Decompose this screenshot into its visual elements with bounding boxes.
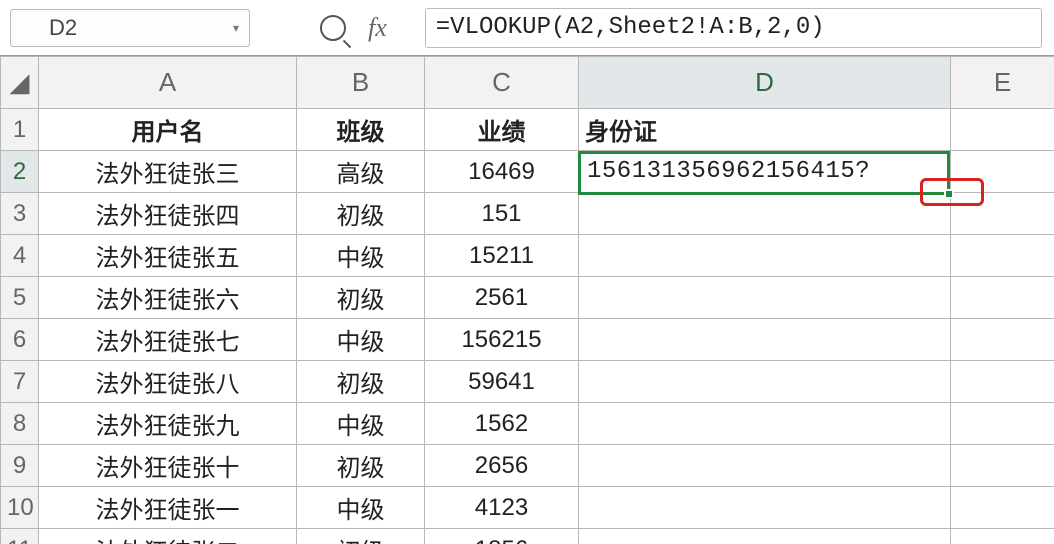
cell-B10[interactable]: 中级 — [297, 487, 425, 529]
column-header-row: ◢ A B C D E — [1, 57, 1054, 109]
row-2: 2 法外狂徒张三 高级 16469 156131356962156415? — [1, 151, 1054, 193]
cell-D7[interactable] — [579, 361, 951, 403]
cell-C4[interactable]: 15211 — [425, 235, 579, 277]
cell-D1[interactable]: 身份证 — [579, 109, 951, 151]
formula-text: =VLOOKUP(A2,Sheet2!A:B,2,0) — [436, 14, 825, 41]
row-4: 4 法外狂徒张五 中级 15211 — [1, 235, 1054, 277]
name-box-value: D2 — [49, 15, 77, 41]
row-head-5[interactable]: 5 — [1, 277, 39, 319]
cell-B1[interactable]: 班级 — [297, 109, 425, 151]
cell-E6[interactable] — [951, 319, 1054, 361]
cell-D5[interactable] — [579, 277, 951, 319]
cell-A8[interactable]: 法外狂徒张九 — [39, 403, 297, 445]
row-head-11[interactable]: 11 — [1, 529, 39, 544]
cell-B8[interactable]: 中级 — [297, 403, 425, 445]
row-11: 11 法外狂徒张二 初级 1856 — [1, 529, 1054, 544]
cell-A3[interactable]: 法外狂徒张四 — [39, 193, 297, 235]
cell-C7[interactable]: 59641 — [425, 361, 579, 403]
cell-D11[interactable] — [579, 529, 951, 544]
cell-E5[interactable] — [951, 277, 1054, 319]
cell-C10[interactable]: 4123 — [425, 487, 579, 529]
cell-D6[interactable] — [579, 319, 951, 361]
spreadsheet-grid[interactable]: ◢ A B C D E 1 用户名 班级 业绩 身份证 2 法外狂徒张三 高级 … — [0, 56, 1054, 544]
col-head-E[interactable]: E — [951, 57, 1054, 109]
col-head-D[interactable]: D — [579, 57, 951, 109]
row-9: 9 法外狂徒张十 初级 2656 — [1, 445, 1054, 487]
row-3: 3 法外狂徒张四 初级 151 — [1, 193, 1054, 235]
cell-A7[interactable]: 法外狂徒张八 — [39, 361, 297, 403]
cell-D10[interactable] — [579, 487, 951, 529]
chevron-down-icon[interactable]: ▾ — [233, 21, 239, 35]
cell-A9[interactable]: 法外狂徒张十 — [39, 445, 297, 487]
row-5: 5 法外狂徒张六 初级 2561 — [1, 277, 1054, 319]
cell-B6[interactable]: 中级 — [297, 319, 425, 361]
cell-E4[interactable] — [951, 235, 1054, 277]
name-box[interactable]: D2 ▾ — [10, 9, 250, 47]
cell-A2[interactable]: 法外狂徒张三 — [39, 151, 297, 193]
cell-C3[interactable]: 151 — [425, 193, 579, 235]
fx-icon[interactable]: fx — [368, 13, 387, 43]
cell-B5[interactable]: 初级 — [297, 277, 425, 319]
cell-A11[interactable]: 法外狂徒张二 — [39, 529, 297, 544]
col-head-C[interactable]: C — [425, 57, 579, 109]
formula-bar: D2 ▾ fx =VLOOKUP(A2,Sheet2!A:B,2,0) — [0, 0, 1054, 56]
col-head-A[interactable]: A — [39, 57, 297, 109]
col-head-B[interactable]: B — [297, 57, 425, 109]
row-head-1[interactable]: 1 — [1, 109, 39, 151]
row-head-9[interactable]: 9 — [1, 445, 39, 487]
row-10: 10 法外狂徒张一 中级 4123 — [1, 487, 1054, 529]
cell-B9[interactable]: 初级 — [297, 445, 425, 487]
row-head-4[interactable]: 4 — [1, 235, 39, 277]
cell-E3[interactable] — [951, 193, 1054, 235]
cell-C6[interactable]: 156215 — [425, 319, 579, 361]
row-head-8[interactable]: 8 — [1, 403, 39, 445]
formula-bar-icons: fx — [320, 13, 387, 43]
formula-input[interactable]: =VLOOKUP(A2,Sheet2!A:B,2,0) — [425, 8, 1042, 48]
cell-C8[interactable]: 1562 — [425, 403, 579, 445]
cell-D4[interactable] — [579, 235, 951, 277]
cell-E2[interactable] — [951, 151, 1054, 193]
cell-B7[interactable]: 初级 — [297, 361, 425, 403]
cell-B3[interactable]: 初级 — [297, 193, 425, 235]
cell-C9[interactable]: 2656 — [425, 445, 579, 487]
cell-B11[interactable]: 初级 — [297, 529, 425, 544]
select-all-corner[interactable]: ◢ — [1, 57, 39, 109]
cell-C5[interactable]: 2561 — [425, 277, 579, 319]
cell-D8[interactable] — [579, 403, 951, 445]
row-head-3[interactable]: 3 — [1, 193, 39, 235]
row-head-10[interactable]: 10 — [1, 487, 39, 529]
cell-D2[interactable]: 156131356962156415? — [579, 151, 951, 193]
fill-handle[interactable] — [944, 189, 954, 199]
row-head-6[interactable]: 6 — [1, 319, 39, 361]
cell-E11[interactable] — [951, 529, 1054, 544]
cell-E8[interactable] — [951, 403, 1054, 445]
cell-E9[interactable] — [951, 445, 1054, 487]
cell-C1[interactable]: 业绩 — [425, 109, 579, 151]
cell-C11[interactable]: 1856 — [425, 529, 579, 544]
cell-A6[interactable]: 法外狂徒张七 — [39, 319, 297, 361]
cell-A10[interactable]: 法外狂徒张一 — [39, 487, 297, 529]
cell-B4[interactable]: 中级 — [297, 235, 425, 277]
row-6: 6 法外狂徒张七 中级 156215 — [1, 319, 1054, 361]
cell-A5[interactable]: 法外狂徒张六 — [39, 277, 297, 319]
cell-D9[interactable] — [579, 445, 951, 487]
cell-C2[interactable]: 16469 — [425, 151, 579, 193]
cell-B2[interactable]: 高级 — [297, 151, 425, 193]
zoom-icon[interactable] — [320, 15, 346, 41]
cell-E10[interactable] — [951, 487, 1054, 529]
cell-E1[interactable] — [951, 109, 1054, 151]
cell-A4[interactable]: 法外狂徒张五 — [39, 235, 297, 277]
row-head-2[interactable]: 2 — [1, 151, 39, 193]
row-head-7[interactable]: 7 — [1, 361, 39, 403]
row-7: 7 法外狂徒张八 初级 59641 — [1, 361, 1054, 403]
row-1: 1 用户名 班级 业绩 身份证 — [1, 109, 1054, 151]
row-8: 8 法外狂徒张九 中级 1562 — [1, 403, 1054, 445]
cell-A1[interactable]: 用户名 — [39, 109, 297, 151]
cell-E7[interactable] — [951, 361, 1054, 403]
cell-D3[interactable] — [579, 193, 951, 235]
